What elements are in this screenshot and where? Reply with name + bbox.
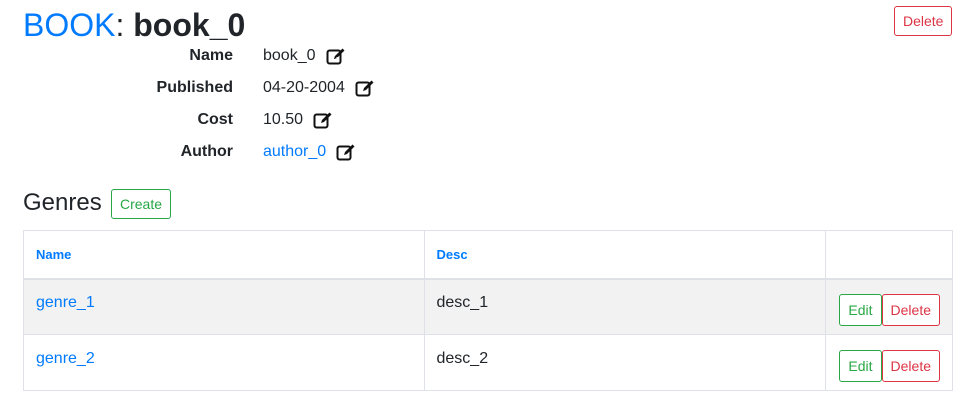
column-header-desc[interactable]: Desc bbox=[423, 230, 826, 280]
published-value: 04-20-2004 bbox=[263, 79, 345, 96]
field-label: Published bbox=[156, 79, 233, 96]
field-value: author_0 bbox=[263, 140, 356, 164]
pencil-square-icon[interactable] bbox=[355, 79, 375, 97]
genre-link[interactable]: genre_1 bbox=[36, 294, 95, 311]
genre-desc: desc_2 bbox=[436, 349, 489, 367]
delete-genre-button[interactable]: Delete bbox=[881, 293, 940, 326]
delete-book-button[interactable]: Delete bbox=[894, 6, 953, 36]
genre-link[interactable]: genre_2 bbox=[36, 350, 95, 367]
pencil-square-icon[interactable] bbox=[326, 47, 346, 65]
field-label: Author bbox=[180, 143, 233, 160]
genres-table: Name Desc genre_1 desc_1 Edit Delete gen… bbox=[23, 230, 954, 391]
genres-heading: Genres bbox=[23, 189, 102, 216]
field-row-cost: Cost 10.50 bbox=[0, 108, 600, 132]
table-row: genre_1 desc_1 Edit Delete bbox=[23, 278, 954, 335]
table-row: genre_2 desc_2 Edit Delete bbox=[23, 334, 954, 391]
entity-type-link[interactable]: BOOK bbox=[23, 7, 115, 43]
table-header-row: Name Desc bbox=[23, 230, 954, 280]
column-header-name[interactable]: Name bbox=[23, 230, 425, 280]
delete-genre-button[interactable]: Delete bbox=[881, 349, 940, 382]
field-value: book_0 bbox=[263, 44, 346, 68]
genre-actions-cell: Edit Delete bbox=[824, 334, 954, 391]
field-row-author: Author author_0 bbox=[0, 140, 600, 164]
create-genre-button[interactable]: Create bbox=[111, 189, 172, 219]
page-title: BOOK: book_0 bbox=[23, 5, 245, 45]
record-name: book_0 bbox=[133, 7, 246, 43]
genre-name-cell: genre_1 bbox=[23, 278, 425, 335]
pencil-square-icon[interactable] bbox=[313, 111, 333, 129]
title-separator: : bbox=[115, 7, 125, 43]
field-row-published: Published 04-20-2004 bbox=[0, 76, 600, 100]
field-value: 04-20-2004 bbox=[263, 76, 375, 100]
cost-value: 10.50 bbox=[263, 111, 304, 128]
field-value: 10.50 bbox=[263, 108, 333, 132]
genre-desc-cell: desc_1 bbox=[423, 278, 826, 335]
pencil-square-icon[interactable] bbox=[336, 143, 356, 161]
genre-desc: desc_1 bbox=[436, 293, 489, 311]
genre-desc-cell: desc_2 bbox=[423, 334, 826, 391]
genre-name-cell: genre_2 bbox=[23, 334, 425, 391]
field-row-name: Name book_0 bbox=[0, 44, 600, 68]
column-header-actions bbox=[824, 230, 954, 280]
edit-genre-button[interactable]: Edit bbox=[839, 293, 882, 326]
genre-actions-cell: Edit Delete bbox=[824, 278, 954, 335]
author-link[interactable]: author_0 bbox=[263, 140, 326, 164]
edit-genre-button[interactable]: Edit bbox=[839, 349, 882, 382]
name-value: book_0 bbox=[263, 47, 316, 64]
field-label: Cost bbox=[197, 111, 233, 128]
field-label: Name bbox=[189, 47, 233, 64]
